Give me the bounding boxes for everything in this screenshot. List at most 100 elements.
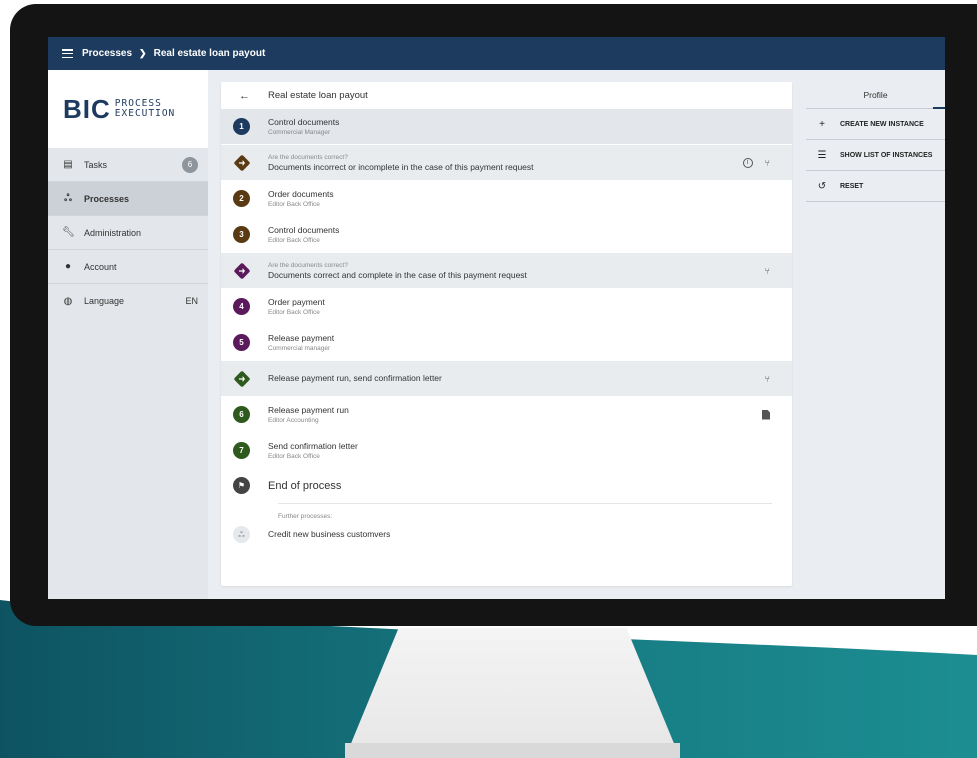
gateway-title: Release payment run, send confirmation l… — [268, 373, 442, 383]
process-step[interactable]: 2 Order documents Editor Back Office — [221, 181, 792, 217]
logo-subtitle: PROCESS EXECUTION — [114, 98, 176, 119]
end-label: End of process — [268, 479, 342, 492]
create-new-instance-button[interactable]: + CREATE NEW INSTANCE — [806, 109, 945, 140]
process-step[interactable]: 7 Send confirmation letter Editor Back O… — [221, 433, 792, 469]
step-role: Editor Back Office — [268, 200, 320, 208]
step-number: 5 — [233, 334, 250, 351]
logo-brand: BIC — [63, 94, 111, 124]
gateway-diamond-icon — [233, 370, 250, 387]
action-label: SHOW LIST OF INSTANCES — [840, 151, 933, 159]
gateway-actions: ⑂ — [765, 253, 770, 288]
step-number: 1 — [233, 118, 250, 135]
sitemap-icon: ஃ — [233, 526, 250, 543]
menu-icon[interactable] — [62, 49, 73, 58]
sitemap-icon: ஃ — [64, 192, 72, 204]
document-icon[interactable] — [762, 409, 770, 420]
right-panel: Profile + CREATE NEW INSTANCE ☰ SHOW LIS… — [806, 82, 945, 212]
step-number: 7 — [233, 442, 250, 459]
action-label: RESET — [840, 182, 864, 190]
sidebar-item-label: Processes — [84, 193, 130, 204]
gateway-title: Documents correct and complete in the ca… — [268, 269, 527, 280]
monitor-foot — [345, 743, 680, 758]
fork-icon[interactable]: ⑂ — [765, 266, 770, 276]
end-of-process: ⚑ End of process — [221, 469, 792, 503]
show-list-of-instances-button[interactable]: ☰ SHOW LIST OF INSTANCES — [806, 140, 945, 171]
process-step[interactable]: 5 Release payment Commercial manager — [221, 325, 792, 361]
step-title: Release payment — [268, 332, 335, 343]
process-step[interactable]: 1 Control documents Commercial Manager — [221, 109, 792, 145]
gateway-title: Documents incorrect or incomplete in the… — [268, 161, 534, 172]
process-step[interactable]: 3 Control documents Editor Back Office — [221, 217, 792, 253]
step-number: 2 — [233, 190, 250, 207]
breadcrumb-current: Real estate loan payout — [153, 48, 266, 59]
step-number: 6 — [233, 406, 250, 423]
step-title: Control documents — [268, 224, 340, 235]
process-step[interactable]: 4 Order payment Editor Back Office — [221, 289, 792, 325]
further-processes-label: Further processes: — [278, 503, 772, 520]
logo: BIC PROCESS EXECUTION — [48, 70, 208, 148]
step-title: Order documents — [268, 188, 334, 199]
sidebar-item-label: Language — [84, 296, 125, 306]
gateway-question: Are the documents correct? — [268, 261, 348, 269]
gateway-diamond-icon — [233, 262, 250, 279]
gateway-row[interactable]: Are the documents correct? Documents cor… — [221, 253, 792, 289]
step-title: Send confirmation letter — [268, 440, 358, 451]
language-code: EN — [185, 296, 198, 306]
fork-icon[interactable]: ⑂ — [765, 374, 770, 384]
sidebar-item-label: Account — [84, 261, 117, 272]
gateway-actions: i ⑂ — [742, 145, 770, 180]
action-label: CREATE NEW INSTANCE — [840, 120, 924, 128]
back-arrow-icon[interactable]: ← — [239, 90, 250, 102]
sidebar-item-processes[interactable]: ஃ Processes — [48, 182, 208, 216]
gateway-question: Are the documents correct? — [268, 153, 348, 161]
gateway-row[interactable]: Are the documents correct? Documents inc… — [221, 145, 792, 181]
plus-icon: + — [819, 118, 825, 130]
step-title: Order payment — [268, 296, 325, 307]
step-title: Release payment run — [268, 404, 349, 415]
clipboard-icon: ▤ — [63, 159, 73, 170]
top-bar: Processes ❯ Real estate loan payout — [48, 37, 945, 70]
process-panel: ← Real estate loan payout 1 Control docu… — [221, 82, 792, 586]
gateway-row[interactable]: Release payment run, send confirmation l… — [221, 361, 792, 397]
globe-icon: ◍ — [63, 295, 73, 307]
history-icon: ↺ — [817, 180, 827, 192]
sidebar-item-administration[interactable]: 🔧︎ Administration — [48, 216, 208, 250]
tasks-count-badge: 6 — [182, 156, 198, 173]
fork-icon[interactable]: ⑂ — [765, 158, 770, 168]
flag-icon: ⚑ — [233, 477, 250, 494]
wrench-icon: 🔧︎ — [62, 227, 75, 238]
list-icon: ☰ — [817, 149, 827, 161]
gateway-actions: ⑂ — [765, 361, 770, 396]
account-icon: ● — [64, 261, 72, 272]
step-role: Editor Back Office — [268, 236, 320, 244]
gateway-diamond-icon — [233, 154, 250, 171]
sidebar-item-tasks[interactable]: ▤ Tasks 6 — [48, 148, 208, 182]
step-role: Commercial Manager — [268, 128, 331, 136]
chevron-right-icon: ❯ — [139, 48, 147, 58]
step-role: Commercial manager — [268, 344, 331, 352]
sidebar-item-label: Tasks — [84, 159, 108, 170]
panel-header: ← Real estate loan payout — [221, 82, 792, 109]
breadcrumb-processes[interactable]: Processes — [82, 48, 132, 59]
sidebar-item-label: Administration — [84, 227, 142, 238]
page-title: Real estate loan payout — [268, 90, 368, 101]
step-number: 3 — [233, 226, 250, 243]
tab-profile[interactable]: Profile — [806, 82, 945, 109]
step-role: Editor Back Office — [268, 308, 320, 316]
step-role: Editor Accounting — [268, 416, 319, 424]
sidebar-nav: ▤ Tasks 6 ஃ Processes 🔧︎ Administration … — [48, 148, 208, 318]
reset-button[interactable]: ↺ RESET — [806, 171, 945, 202]
sidebar: BIC PROCESS EXECUTION ▤ Tasks 6 ஃ Process… — [48, 70, 208, 599]
step-number: 4 — [233, 298, 250, 315]
sidebar-item-language[interactable]: ◍ Language EN — [48, 284, 208, 318]
further-process-title: Credit new business customvers — [268, 529, 391, 539]
sidebar-item-account[interactable]: ● Account — [48, 250, 208, 284]
step-actions — [762, 397, 770, 432]
step-title: Control documents — [268, 116, 340, 127]
monitor-stand — [345, 628, 680, 758]
info-icon[interactable]: i — [742, 157, 753, 168]
step-role: Editor Back Office — [268, 452, 320, 460]
further-process-item[interactable]: ஃ Credit new business customvers — [221, 520, 792, 550]
app-screen: Processes ❯ Real estate loan payout BIC … — [48, 37, 945, 599]
process-step[interactable]: 6 Release payment run Editor Accounting — [221, 397, 792, 433]
